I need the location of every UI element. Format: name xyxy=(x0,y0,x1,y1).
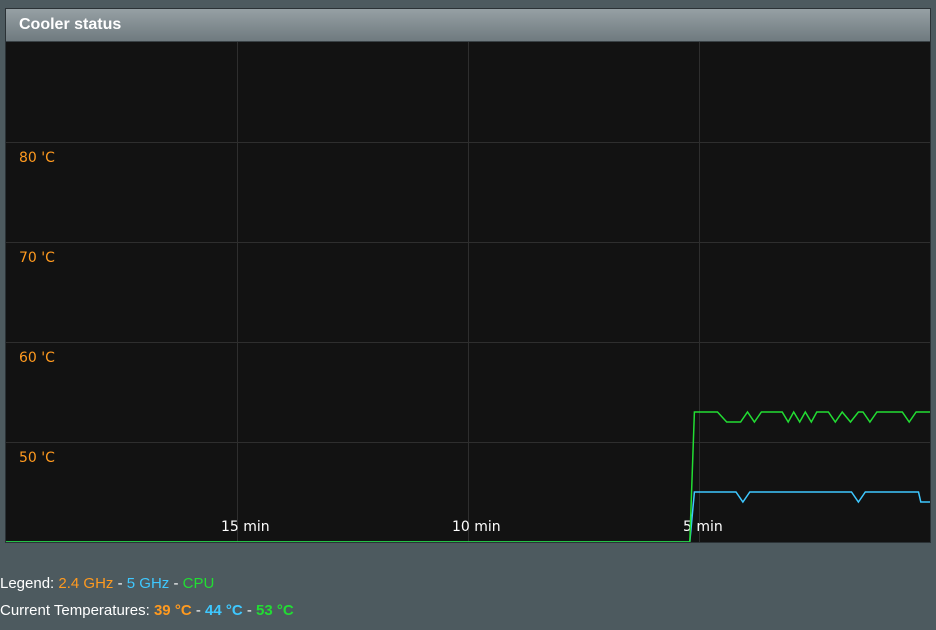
x-tick-label: 10 min xyxy=(452,519,501,535)
legend: Legend: 2.4 GHz - 5 GHz - CPU xyxy=(0,575,214,592)
current-separator: - xyxy=(242,602,257,619)
y-tick-label: 60 'C xyxy=(19,350,55,366)
cooler-status-panel: Cooler status 50 'C 60 'C 70 'C 80 'C 15 min… xyxy=(5,8,931,543)
current-separator: - xyxy=(191,602,205,619)
legend-item-2-4ghz: 2.4 GHz xyxy=(58,575,114,592)
y-tick-label: 80 'C xyxy=(19,150,55,166)
x-tick-label: 5 min xyxy=(683,519,723,535)
current-temperatures-label: Current Temperatures: xyxy=(0,602,154,619)
current-temp-5ghz: 44 °C xyxy=(205,602,243,619)
current-temperatures: Current Temperatures: 39 °C - 44 °C - 53… xyxy=(0,602,294,619)
y-tick-label: 50 'C xyxy=(19,450,55,466)
legend-separator: - xyxy=(169,575,183,592)
panel-header: Cooler status xyxy=(6,9,930,42)
temperature-chart: 50 'C 60 'C 70 'C 80 'C 15 min 10 min 5 min xyxy=(6,42,930,542)
y-tick-label: 70 'C xyxy=(19,250,55,266)
current-temp-cpu: 53 °C xyxy=(256,602,294,619)
legend-separator: - xyxy=(113,575,127,592)
legend-item-5ghz: 5 GHz xyxy=(126,575,170,592)
x-tick-label: 15 min xyxy=(221,519,270,535)
legend-item-cpu: CPU xyxy=(182,575,215,592)
current-temp-2-4ghz: 39 °C xyxy=(153,602,192,619)
legend-label: Legend: xyxy=(0,575,59,592)
panel-title: Cooler status xyxy=(19,16,122,33)
